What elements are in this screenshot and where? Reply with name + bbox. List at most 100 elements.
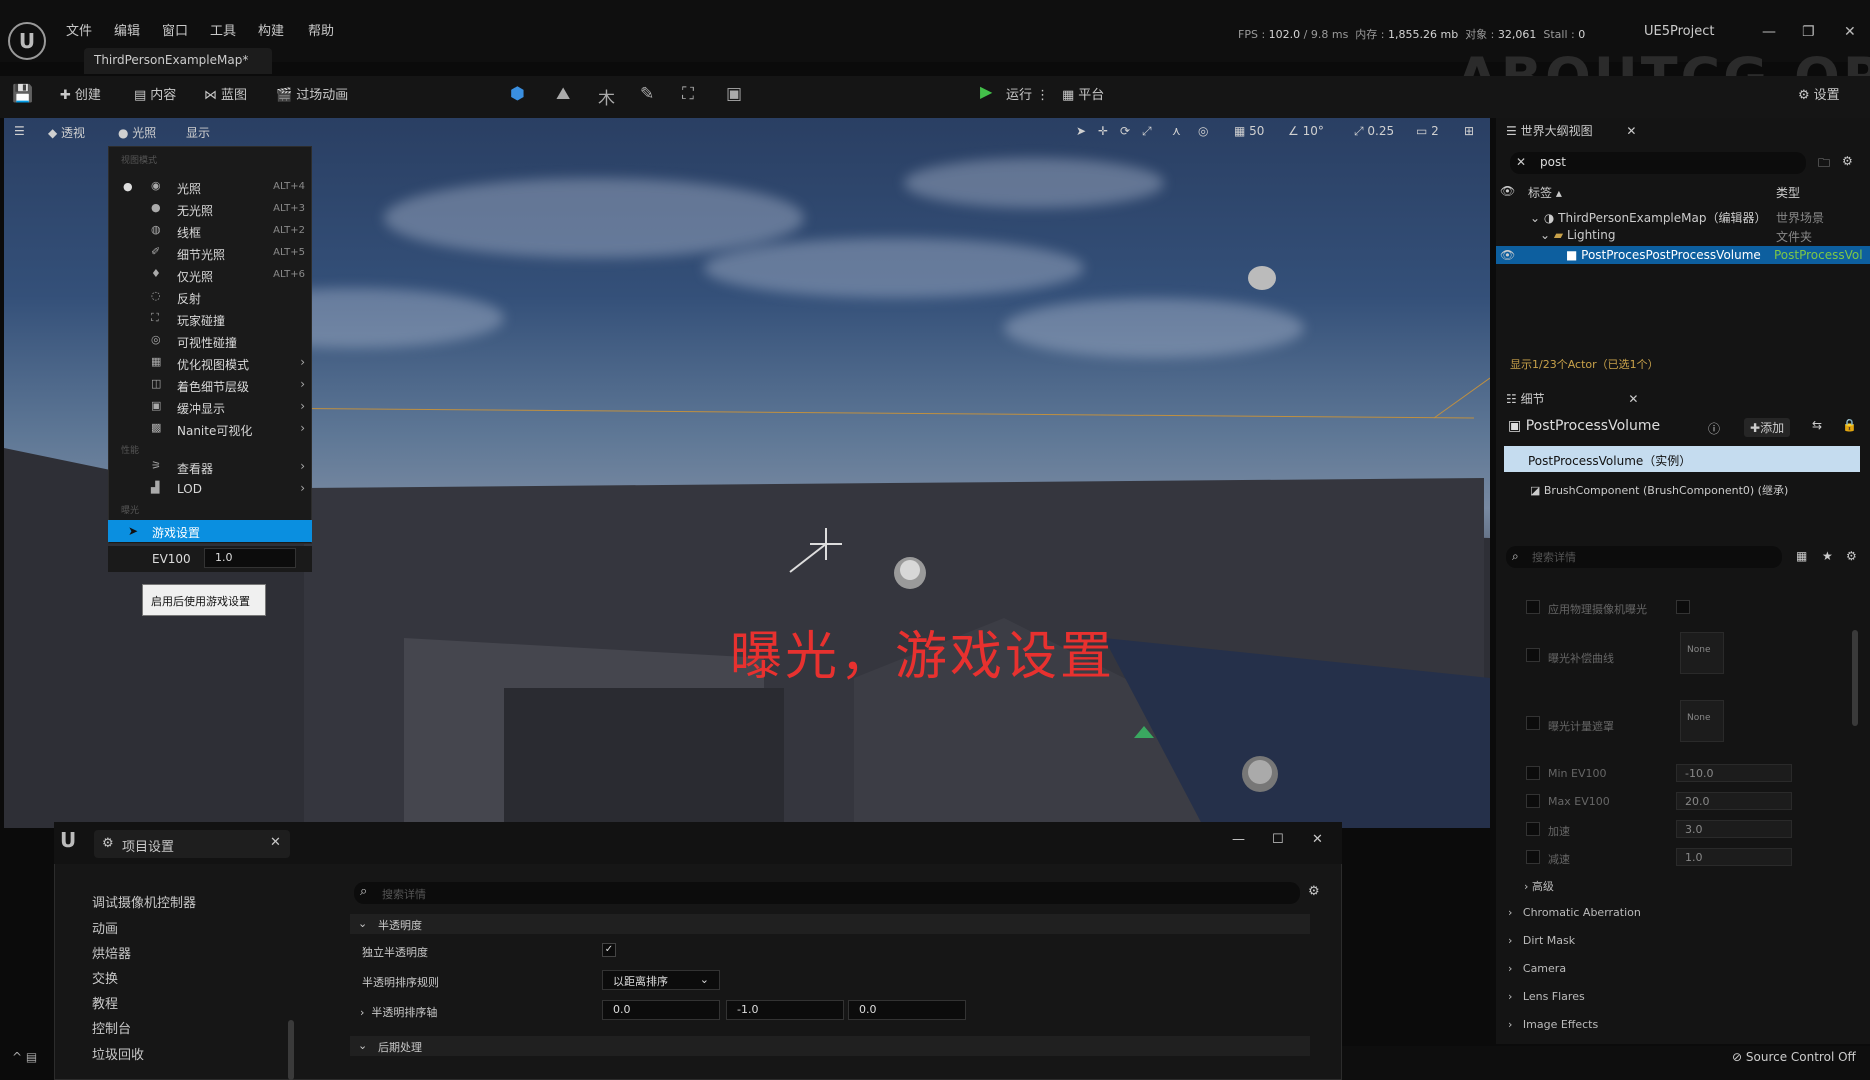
project-settings-tab[interactable]: ⚙ 项目设置 ✕ xyxy=(94,830,290,858)
mask-thumbnail[interactable]: None xyxy=(1680,700,1724,742)
section-dirt-mask[interactable]: › Dirt Mask xyxy=(1508,934,1575,947)
menu-item-viewer[interactable]: ⚞ 查看器 › xyxy=(109,457,313,477)
outliner-row-lighting[interactable]: ⌄ ▰ Lighting xyxy=(1540,228,1615,242)
world-local-icon[interactable]: ◎ xyxy=(1198,124,1208,138)
lock-icon[interactable]: 🔒 xyxy=(1842,418,1857,432)
min-ev100-input[interactable]: -10.0 xyxy=(1676,764,1792,782)
viewport-options-icon[interactable]: ☰ xyxy=(14,124,25,138)
instance-row[interactable]: PostProcessVolume（实例） xyxy=(1504,446,1860,472)
settings-button[interactable]: ⚙ 设置 xyxy=(1798,84,1840,103)
camera-speed-button[interactable]: ▭ 2 xyxy=(1416,124,1439,138)
run-button[interactable]: 运行 ⋮ xyxy=(1006,84,1049,103)
column-label[interactable]: 标签 ▴ xyxy=(1528,184,1562,201)
menu-item-lod[interactable]: ▟ LOD › xyxy=(109,479,313,499)
max-ev100-input[interactable]: 20.0 xyxy=(1676,792,1792,810)
show-button[interactable]: 显示 xyxy=(186,124,210,141)
save-icon[interactable]: 💾 xyxy=(12,84,33,104)
maximize-icon[interactable]: ☐ xyxy=(1272,832,1284,847)
cinematics-button[interactable]: 🎬 过场动画 xyxy=(276,84,348,103)
map-tab[interactable]: ThirdPersonExampleMap* xyxy=(84,48,272,74)
separate-translucency-checkbox[interactable]: ✓ xyxy=(602,943,616,957)
advanced-section[interactable]: › 高级 xyxy=(1524,878,1554,894)
outliner-tab[interactable]: ☰ 世界大纲视图 ✕ xyxy=(1506,122,1636,139)
rotate-tool-icon[interactable]: ⟳ xyxy=(1120,124,1130,138)
add-folder-icon[interactable]: 🗀 xyxy=(1818,154,1830,175)
move-tool-icon[interactable]: ✛ xyxy=(1098,124,1108,138)
row-sort-axis[interactable]: › 半透明排序轴 xyxy=(360,1004,437,1020)
lit-button[interactable]: ● 光照 xyxy=(118,124,156,141)
sort-axis-z-input[interactable]: 0.0 xyxy=(848,1000,966,1020)
menu-item-visibility-collision[interactable]: ◎ 可视性碰撞 xyxy=(109,331,313,351)
menu-help[interactable]: 帮助 xyxy=(308,20,334,39)
menu-item-detail-lighting[interactable]: ✐ 细节光照 ALT+5 xyxy=(109,243,313,263)
table-view-icon[interactable]: ▦ xyxy=(1796,549,1807,563)
close-tab-icon[interactable]: ✕ xyxy=(1626,124,1636,138)
override-checkbox[interactable] xyxy=(1526,716,1540,730)
outliner-search-input[interactable]: post xyxy=(1510,152,1806,174)
settings-nav-item[interactable]: 教程 xyxy=(92,993,118,1012)
visibility-icon[interactable]: 👁 xyxy=(1500,248,1515,262)
scale-snap-button[interactable]: ⤢ 0.25 xyxy=(1354,124,1394,139)
outliner-row-map[interactable]: ⌄ ◑ ThirdPersonExampleMap（编辑器） xyxy=(1530,209,1766,226)
menu-build[interactable]: 构建 xyxy=(258,20,284,39)
menu-item-lighting-only[interactable]: ♦ 仅光照 ALT+6 xyxy=(109,265,313,285)
menu-item-lit[interactable]: ● ◉ 光照 ALT+4 xyxy=(109,177,313,197)
menu-item-optimization-modes[interactable]: ▦ 优化视图模式 › xyxy=(109,353,313,373)
nav-scrollbar[interactable] xyxy=(288,1020,294,1080)
surface-snap-icon[interactable]: ⋏ xyxy=(1172,124,1181,138)
details-search-input[interactable]: 搜索详情 xyxy=(1506,546,1782,568)
menu-file[interactable]: 文件 xyxy=(66,20,92,39)
menu-item-reflections[interactable]: ◌ 反射 xyxy=(109,287,313,307)
close-icon[interactable]: ✕ xyxy=(1312,832,1323,847)
foliage-icon[interactable]: ⽊ xyxy=(598,84,615,109)
menu-edit[interactable]: 编辑 xyxy=(114,20,140,39)
sort-axis-x-input[interactable]: 0.0 xyxy=(602,1000,720,1020)
modeling-icon[interactable]: ▣ xyxy=(726,84,742,104)
gear-icon[interactable]: ⚙ xyxy=(1308,884,1320,899)
platform-button[interactable]: ▦ 平台 xyxy=(1062,84,1104,103)
curve-thumbnail[interactable]: None xyxy=(1680,632,1724,674)
scale-tool-icon[interactable]: ⤢ xyxy=(1142,124,1152,139)
angle-snap-button[interactable]: ∠ 10° xyxy=(1288,124,1324,138)
component-row[interactable]: ◪ BrushComponent (BrushComponent0) (继承) xyxy=(1530,482,1788,498)
menu-tools[interactable]: 工具 xyxy=(210,20,236,39)
speed-down-input[interactable]: 1.0 xyxy=(1676,848,1792,866)
source-control-button[interactable]: ⊘ Source Control Off xyxy=(1732,1050,1856,1064)
add-component-button[interactable]: ✚添加 xyxy=(1744,418,1791,437)
menu-item-wireframe[interactable]: ◍ 线框 ALT+2 xyxy=(109,221,313,241)
section-lens-flares[interactable]: › Lens Flares xyxy=(1508,990,1585,1003)
details-scrollbar[interactable] xyxy=(1852,630,1858,726)
close-icon[interactable]: ✕ xyxy=(1844,24,1856,40)
details-tab[interactable]: ☷ 细节 ✕ xyxy=(1506,390,1638,407)
override-checkbox[interactable] xyxy=(1526,600,1540,614)
override-checkbox[interactable] xyxy=(1526,766,1540,780)
override-checkbox[interactable] xyxy=(1526,850,1540,864)
override-checkbox[interactable] xyxy=(1526,648,1540,662)
mesh-paint-icon[interactable]: ✎ xyxy=(640,84,654,104)
override-checkbox[interactable] xyxy=(1526,794,1540,808)
unreal-logo[interactable]: U xyxy=(8,22,46,60)
help-icon[interactable]: ⓘ xyxy=(1708,420,1720,437)
play-icon[interactable]: ▶ xyxy=(980,82,992,101)
menu-item-player-collision[interactable]: ⛶ 玩家碰撞 xyxy=(109,309,313,329)
game-settings-checkbox-item[interactable]: ➤ 游戏设置 xyxy=(108,520,312,542)
settings-nav-item[interactable]: 交换 xyxy=(92,968,118,987)
menu-item-lod-coloration[interactable]: ◫ 着色细节层级 › xyxy=(109,375,313,395)
select-mode-icon[interactable]: ⬢ xyxy=(510,84,525,104)
sort-policy-dropdown[interactable]: 以距离排序 ⌄ xyxy=(602,970,720,990)
create-button[interactable]: ✚ 创建 xyxy=(60,84,101,103)
gear-icon[interactable]: ⚙ xyxy=(1842,154,1853,168)
restore-icon[interactable]: ❐ xyxy=(1802,24,1815,40)
settings-nav-item[interactable]: 动画 xyxy=(92,918,118,937)
outliner-row-postprocess[interactable]: 👁 ■ PostProcesPostProcessVolume PostProc… xyxy=(1496,246,1870,264)
sort-axis-y-input[interactable]: -1.0 xyxy=(726,1000,844,1020)
override-checkbox[interactable] xyxy=(1526,822,1540,836)
menu-item-buffer-visualization[interactable]: ▣ 缓冲显示 › xyxy=(109,397,313,417)
section-post-processing[interactable]: ⌄ 后期处理 xyxy=(350,1036,1310,1056)
section-camera[interactable]: › Camera xyxy=(1508,962,1566,975)
settings-nav-item[interactable]: 垃圾回收 xyxy=(92,1044,144,1063)
minimize-icon[interactable]: — xyxy=(1762,24,1776,40)
maximize-viewport-icon[interactable]: ⊞ xyxy=(1464,124,1474,138)
content-drawer-icon[interactable]: ^ ▤ xyxy=(12,1050,37,1064)
blueprint-icon[interactable]: ⇆ xyxy=(1812,418,1822,432)
